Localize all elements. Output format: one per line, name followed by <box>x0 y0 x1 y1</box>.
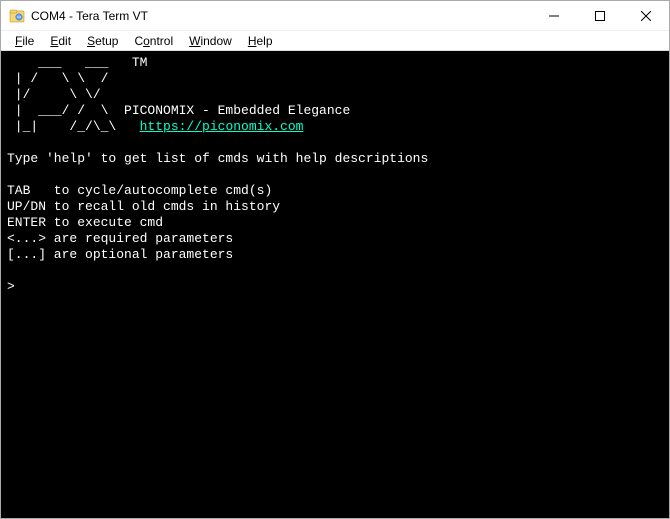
app-icon <box>9 8 25 24</box>
menu-file[interactable]: File <box>7 32 42 50</box>
menu-window[interactable]: Window <box>181 32 240 50</box>
usage-line: TAB to cycle/autocomplete cmd(s) <box>7 183 663 199</box>
window-controls <box>531 1 669 30</box>
maximize-button[interactable] <box>577 1 623 30</box>
menu-control[interactable]: Control <box>126 32 181 50</box>
help-hint-line: Type 'help' to get list of cmds with hel… <box>7 151 663 167</box>
ascii-art-line: | ___/ / \ PICONOMIX - Embedded Elegance <box>7 103 663 119</box>
ascii-art-line: |_| /_/\_\ https://piconomix.com <box>7 119 663 135</box>
blank-line <box>7 263 663 279</box>
menu-edit[interactable]: Edit <box>42 32 79 50</box>
prompt-line: > <box>7 279 663 295</box>
window-title: COM4 - Tera Term VT <box>31 9 531 23</box>
menu-help[interactable]: Help <box>240 32 281 50</box>
menu-setup[interactable]: Setup <box>79 32 126 50</box>
app-window: COM4 - Tera Term VT File Edit Setup Cont… <box>0 0 670 519</box>
ascii-art-line: |/ \ \/ <box>7 87 663 103</box>
titlebar: COM4 - Tera Term VT <box>1 1 669 31</box>
ascii-art-line: ___ ___ TM <box>7 55 663 71</box>
minimize-button[interactable] <box>531 1 577 30</box>
close-button[interactable] <box>623 1 669 30</box>
menubar: File Edit Setup Control Window Help <box>1 31 669 51</box>
piconomix-link[interactable]: https://piconomix.com <box>140 119 304 134</box>
blank-line <box>7 135 663 151</box>
usage-line: <...> are required parameters <box>7 231 663 247</box>
ascii-art-line: | / \ \ / <box>7 71 663 87</box>
usage-line: [...] are optional parameters <box>7 247 663 263</box>
usage-line: UP/DN to recall old cmds in history <box>7 199 663 215</box>
blank-line <box>7 167 663 183</box>
terminal-area[interactable]: ___ ___ TM | / \ \ / |/ \ \/ | ___/ / \ … <box>1 51 669 518</box>
usage-line: ENTER to execute cmd <box>7 215 663 231</box>
